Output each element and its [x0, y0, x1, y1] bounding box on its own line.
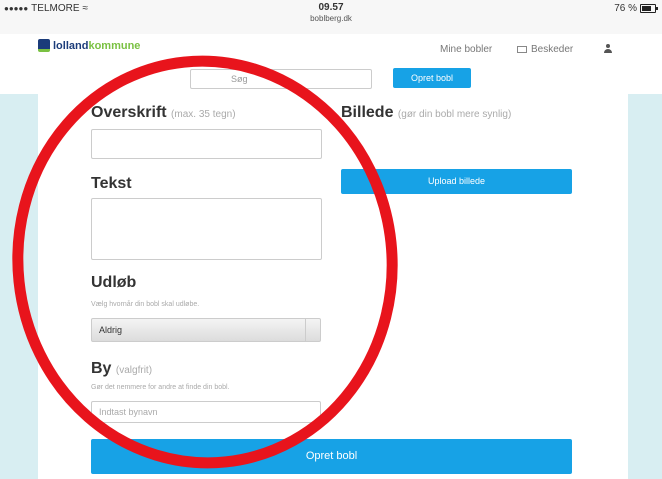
address-url[interactable]: boblberg.dk: [0, 13, 662, 24]
billede-label: Billede: [341, 104, 394, 121]
by-input[interactable]: Indtast bynavn: [91, 401, 321, 423]
by-hint: (valgfrit): [115, 365, 153, 376]
overskrift-field[interactable]: [91, 129, 322, 159]
page-background-left: [0, 94, 38, 479]
udlob-selected-value: Aldrig: [99, 325, 123, 335]
opret-bobl-header-button[interactable]: Opret bobl: [393, 68, 471, 88]
lolland-kommune-logo[interactable]: lollandkommune: [38, 39, 140, 52]
overskrift-label: Overskrift: [91, 104, 167, 121]
udlob-heading: Udløb: [91, 274, 137, 291]
search-row: Søg Opret bobl: [0, 66, 662, 94]
logo-text-kommune: kommune: [88, 39, 141, 52]
ios-status-bar: ●●●●● TELMORE ≈ 09.57 boblberg.dk 76 %: [0, 0, 662, 34]
overskrift-hint: (max. 35 tegn): [171, 109, 236, 120]
user-icon[interactable]: [604, 44, 612, 54]
battery-info: 76 %: [614, 3, 658, 14]
logo-text-lolland: lolland: [53, 39, 89, 52]
beskeder-link[interactable]: Beskeder: [517, 44, 573, 55]
billede-hint: (gør din bobl mere synlig): [397, 109, 512, 120]
battery-icon: [640, 4, 658, 13]
overskrift-heading: Overskrift (max. 35 tegn): [91, 104, 236, 122]
billede-heading: Billede (gør din bobl mere synlig): [341, 104, 511, 122]
by-heading: By (valgfrit): [91, 360, 152, 378]
by-label: By: [91, 360, 112, 377]
shield-icon: [38, 39, 50, 52]
upload-billede-button[interactable]: Upload billede: [341, 169, 572, 194]
tekst-textarea[interactable]: [91, 198, 322, 260]
envelope-icon: [517, 46, 527, 53]
opret-bobl-submit-button[interactable]: Opret bobl: [91, 439, 572, 474]
top-navbar: lollandkommune Mine bobler Beskeder: [0, 34, 662, 67]
search-input[interactable]: Søg: [190, 69, 372, 89]
battery-percent: 76 %: [614, 3, 637, 14]
dropdown-arrow-icon: [305, 319, 320, 341]
beskeder-label: Beskeder: [531, 44, 574, 55]
udlob-help-text: Vælg hvornår din bobl skal udløbe.: [91, 301, 200, 308]
tekst-heading: Tekst: [91, 175, 132, 192]
page-background-right: [628, 94, 662, 479]
mine-bobler-link[interactable]: Mine bobler: [440, 44, 492, 55]
status-time: 09.57: [318, 2, 344, 13]
status-center: 09.57 boblberg.dk: [0, 2, 662, 24]
by-help-text: Gør det nemmere for andre at finde din b…: [91, 384, 230, 391]
udlob-select[interactable]: Aldrig: [91, 318, 321, 342]
mine-bobler-label: Mine bobler: [440, 44, 493, 55]
